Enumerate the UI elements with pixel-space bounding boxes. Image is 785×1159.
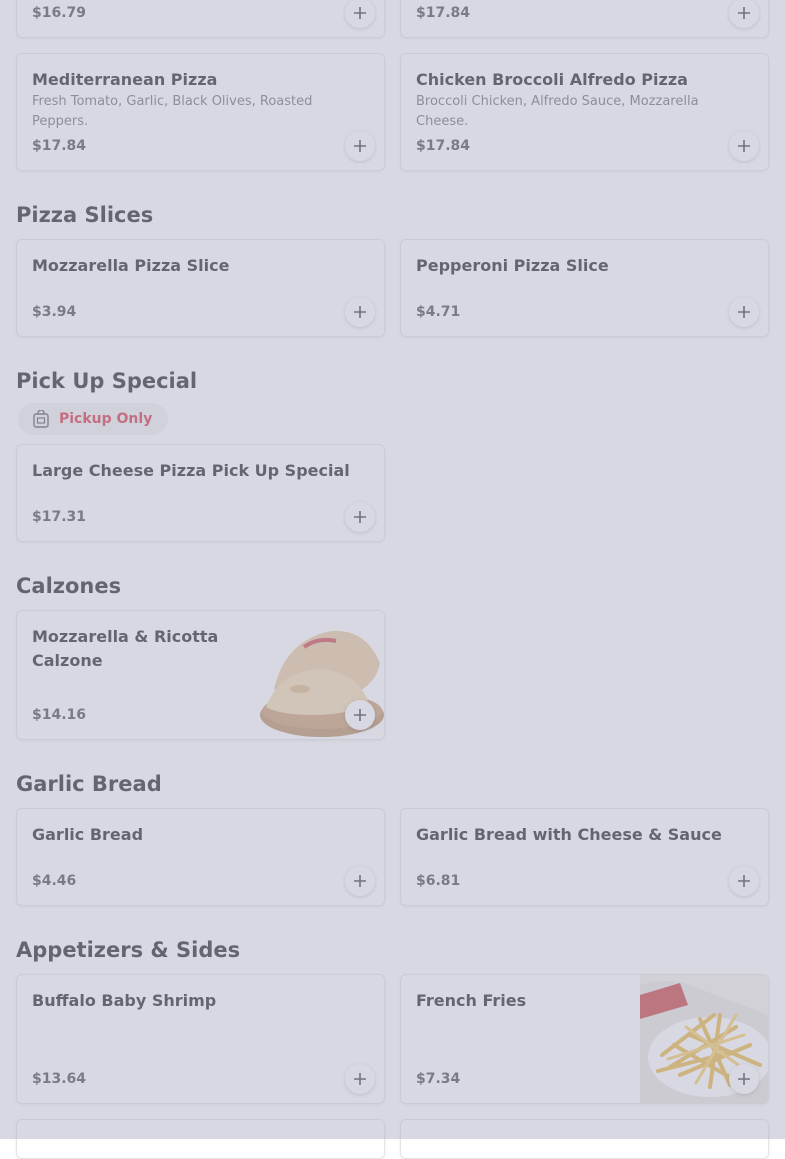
item-name: Pepperoni Pizza Slice [416, 256, 609, 275]
item-description: Fresh Tomato, Garlic, Black Olives, Roas… [32, 94, 313, 129]
add-item-button[interactable] [345, 700, 375, 730]
plus-icon [738, 306, 750, 318]
item-price: $17.31 [32, 509, 87, 525]
plus-icon [354, 306, 366, 318]
item-price: $6.81 [416, 873, 461, 889]
menu-item-card[interactable]: Mozzarella & Ricotta Calzone $14.16 [16, 610, 385, 740]
plus-icon [354, 511, 366, 523]
menu-item-card[interactable]: Garlic Bread with Cheese & Sauce $6.81 [400, 808, 769, 906]
item-name: Garlic Bread [32, 825, 144, 844]
item-price: $13.64 [32, 1071, 87, 1087]
item-name: Chicken Broccoli Alfredo Pizza [416, 70, 688, 89]
plus-icon [354, 875, 366, 887]
menu-item-card[interactable]: Buffalo Baby Shrimp $13.64 [16, 974, 385, 1104]
add-item-button[interactable] [729, 131, 759, 161]
menu-page: $16.79 $17.84 Mediterranean Pizza Fresh … [0, 0, 785, 1159]
add-item-button[interactable] [345, 131, 375, 161]
item-name: Large Cheese Pizza Pick Up Special [32, 461, 350, 480]
menu-item-card[interactable]: French Fries $7.34 [400, 974, 769, 1104]
section-title-pizza-slices: Pizza Slices [16, 203, 154, 227]
item-price: $4.71 [416, 304, 461, 320]
plus-icon [354, 709, 366, 721]
item-name: French Fries [416, 991, 527, 1010]
item-name: Mozzarella Pizza Slice [32, 256, 230, 275]
add-item-button[interactable] [729, 297, 759, 327]
plus-icon [738, 875, 750, 887]
plus-icon [738, 1073, 750, 1085]
plus-icon [354, 1073, 366, 1085]
item-price: $17.84 [416, 138, 471, 154]
item-price: $7.34 [416, 1071, 461, 1087]
add-item-button[interactable] [345, 297, 375, 327]
plus-icon [738, 140, 750, 152]
menu-item-card[interactable]: Large Cheese Pizza Pick Up Special $17.3… [16, 444, 385, 542]
add-item-button[interactable] [345, 502, 375, 532]
add-item-button[interactable] [345, 866, 375, 896]
add-item-button[interactable] [345, 0, 375, 28]
item-name: Mediterranean Pizza [32, 70, 218, 89]
add-item-button[interactable] [729, 0, 759, 28]
item-price: $17.84 [32, 138, 87, 154]
item-name: Buffalo Baby Shrimp [32, 991, 217, 1010]
item-name: Garlic Bread with Cheese & Sauce [416, 825, 722, 844]
menu-item-card[interactable] [16, 1119, 385, 1159]
menu-item-card[interactable]: Mozzarella Pizza Slice $3.94 [16, 239, 385, 337]
menu-item-card[interactable]: Pepperoni Pizza Slice $4.71 [400, 239, 769, 337]
item-price: $4.46 [32, 873, 77, 889]
menu-item-card[interactable]: Chicken Broccoli Alfredo Pizza Broccoli … [400, 53, 769, 171]
menu-item-card[interactable]: Mediterranean Pizza Fresh Tomato, Garlic… [16, 53, 385, 171]
menu-item-card[interactable] [400, 1119, 769, 1159]
plus-icon [354, 140, 366, 152]
section-title-pick-up-special: Pick Up Special [16, 369, 198, 393]
item-price: $3.94 [32, 304, 77, 320]
menu-item-card[interactable]: $17.84 [400, 0, 769, 38]
add-item-button[interactable] [729, 866, 759, 896]
add-item-button[interactable] [729, 1064, 759, 1094]
item-price: $16.79 [32, 5, 87, 21]
item-price: $17.84 [416, 5, 471, 21]
item-price: $14.16 [32, 707, 87, 723]
menu-item-card[interactable]: $16.79 [16, 0, 385, 38]
pickup-only-badge: Pickup Only [18, 403, 168, 435]
item-description: Broccoli Chicken, Alfredo Sauce, Mozzare… [416, 94, 699, 129]
item-name: Mozzarella & Ricotta Calzone [32, 627, 219, 670]
plus-icon [738, 7, 750, 19]
plus-icon [354, 7, 366, 19]
section-title-calzones: Calzones [16, 574, 122, 598]
bag-icon [33, 410, 49, 428]
add-item-button[interactable] [345, 1064, 375, 1094]
pickup-only-label: Pickup Only [59, 411, 153, 427]
section-title-appetizers-sides: Appetizers & Sides [16, 938, 241, 962]
menu-item-card[interactable]: Garlic Bread $4.46 [16, 808, 385, 906]
section-title-garlic-bread: Garlic Bread [16, 772, 162, 796]
